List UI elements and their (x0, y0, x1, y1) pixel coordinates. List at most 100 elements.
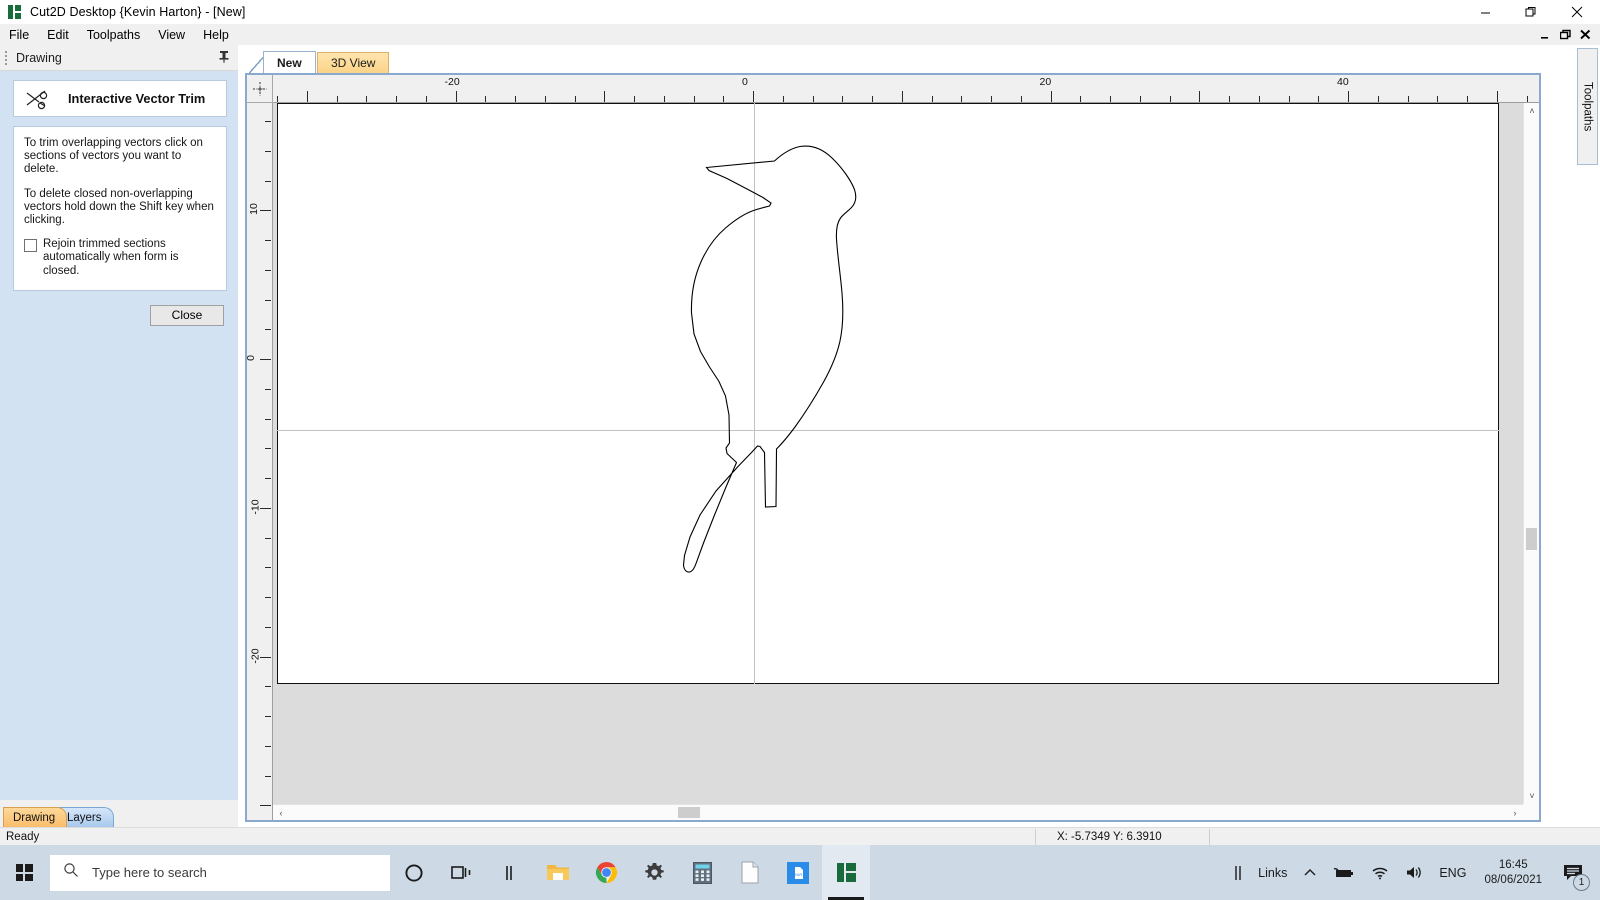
clock-time: 16:45 (1498, 858, 1528, 871)
menu-toolpaths[interactable]: Toolpaths (78, 24, 150, 45)
ruler-tick (265, 537, 271, 539)
battery-icon[interactable] (1325, 845, 1363, 900)
ruler-tick (991, 96, 992, 102)
ruler-label: 0 (742, 76, 748, 88)
search-input[interactable]: Type here to search (50, 854, 390, 891)
ruler-tick (260, 359, 271, 360)
ruler-tick (277, 96, 278, 102)
ruler-label: 40 (1337, 76, 1349, 88)
links-label[interactable]: Links (1250, 845, 1295, 900)
scroll-up-arrow[interactable]: ˄ (1524, 103, 1540, 119)
ruler-tick (1020, 96, 1022, 102)
scroll-right-arrow[interactable]: › (1507, 805, 1523, 821)
columns-icon[interactable] (486, 845, 534, 900)
horizontal-ruler[interactable]: -20 0 20 40 (273, 75, 1539, 103)
vertical-ruler[interactable]: -20 -10 0 10 (247, 103, 273, 820)
ruler-tick (1199, 91, 1201, 102)
interactive-vector-trim-header: Interactive Vector Trim (13, 80, 227, 117)
file-explorer-icon[interactable] (534, 845, 582, 900)
search-placeholder: Type here to search (92, 865, 207, 880)
ruler-tick (265, 626, 271, 628)
chrome-icon[interactable] (582, 845, 630, 900)
close-button-row: Close (0, 304, 238, 326)
windows-start-icon[interactable] (0, 845, 48, 900)
ruler-tick (1169, 96, 1171, 102)
ruler-tick (260, 507, 271, 509)
mdi-minimize-button[interactable] (1538, 27, 1552, 43)
scissors-trim-icon (23, 87, 51, 111)
panel-header: Drawing (0, 45, 238, 71)
minimize-button[interactable] (1462, 0, 1508, 24)
wifi-icon[interactable] (1363, 845, 1397, 900)
ruler-tick (265, 448, 271, 450)
ruler-tick (1348, 91, 1349, 102)
mdi-window-controls (1538, 27, 1600, 43)
ruler-tick (265, 478, 271, 479)
document-icon[interactable] (726, 845, 774, 900)
clock[interactable]: 16:45 08/06/2021 (1474, 845, 1552, 900)
ruler-tick (455, 91, 457, 102)
form-title: Interactive Vector Trim (68, 91, 206, 106)
rejoin-checkbox[interactable] (24, 239, 37, 253)
speaker-icon[interactable] (1397, 845, 1431, 900)
task-view-icon[interactable] (438, 845, 486, 900)
settings-gear-icon[interactable] (630, 845, 678, 900)
help-paragraph-1: To trim overlapping vectors click on sec… (24, 137, 203, 176)
language-indicator[interactable]: ENG (1431, 845, 1474, 900)
maximize-restore-button[interactable] (1508, 0, 1554, 24)
ruler-tick (265, 121, 271, 122)
mdi-close-button[interactable] (1578, 27, 1592, 43)
ruler-tick (515, 96, 516, 102)
clock-date: 08/06/2021 (1484, 873, 1542, 886)
ruler-tick (265, 299, 271, 301)
horizontal-scroll-thumb[interactable] (678, 807, 700, 818)
vectric-cut2d-icon[interactable] (822, 845, 870, 900)
doc-tab-new[interactable]: New (263, 51, 316, 73)
horizontal-scrollbar[interactable]: ‹ › (273, 804, 1523, 820)
windows-taskbar: Type here to search RAR Links ENG 16:45 … (0, 845, 1600, 900)
ruler-tick (544, 96, 546, 102)
panel-grip-icon[interactable] (3, 50, 11, 65)
ruler-tick (260, 805, 271, 807)
2d-view-frame: -20 0 20 40 -20 -10 0 10 ˄ ˅ ‹ › (245, 73, 1541, 822)
doc-tab-3d-view[interactable]: 3D View (317, 52, 390, 73)
pin-icon[interactable] (218, 50, 230, 66)
rejoin-checkbox-row[interactable]: Rejoin trimmed sections automatically wh… (24, 238, 216, 278)
ruler-tick (634, 96, 635, 102)
cortana-icon[interactable] (390, 845, 438, 900)
ruler-tick (782, 96, 784, 102)
ruler-tick (1229, 96, 1230, 102)
ruler-tick (265, 150, 271, 152)
scroll-down-arrow[interactable]: ˅ (1524, 788, 1540, 804)
menu-view[interactable]: View (149, 24, 194, 45)
bird-vector-outline[interactable] (273, 103, 1523, 804)
ruler-origin-button[interactable] (247, 75, 273, 103)
tab-drawing[interactable]: Drawing (3, 807, 68, 827)
ruler-tick (1080, 96, 1082, 102)
ruler-tick (1139, 96, 1141, 102)
2d-canvas[interactable] (273, 103, 1523, 804)
mdi-restore-button[interactable] (1558, 27, 1572, 43)
menu-file[interactable]: File (0, 24, 38, 45)
ruler-tick (306, 91, 308, 102)
close-button[interactable] (1554, 0, 1600, 24)
ruler-label: 0 (247, 355, 257, 361)
panel-title: Drawing (16, 50, 62, 65)
ruler-tick (1407, 96, 1409, 102)
menu-help[interactable]: Help (194, 24, 238, 45)
ruler-tick (265, 745, 271, 747)
blue-app-icon[interactable]: RAR (774, 845, 822, 900)
status-bar: Ready X: -5.7349 Y: 6.3910 (0, 827, 1600, 845)
notifications-icon[interactable]: 1 (1552, 845, 1594, 900)
scroll-left-arrow[interactable]: ‹ (273, 805, 289, 821)
vertical-scrollbar[interactable]: ˄ ˅ (1523, 103, 1539, 804)
side-tab-toolpaths[interactable]: Toolpaths (1577, 48, 1598, 165)
close-form-button[interactable]: Close (150, 304, 224, 326)
menu-edit[interactable]: Edit (38, 24, 78, 45)
tray-divider (1226, 845, 1250, 900)
ruler-tick (931, 96, 933, 102)
chevron-up-icon[interactable] (1295, 845, 1325, 900)
ruler-tick (265, 775, 271, 777)
vertical-scroll-thumb[interactable] (1526, 528, 1537, 550)
calculator-icon[interactable] (678, 845, 726, 900)
